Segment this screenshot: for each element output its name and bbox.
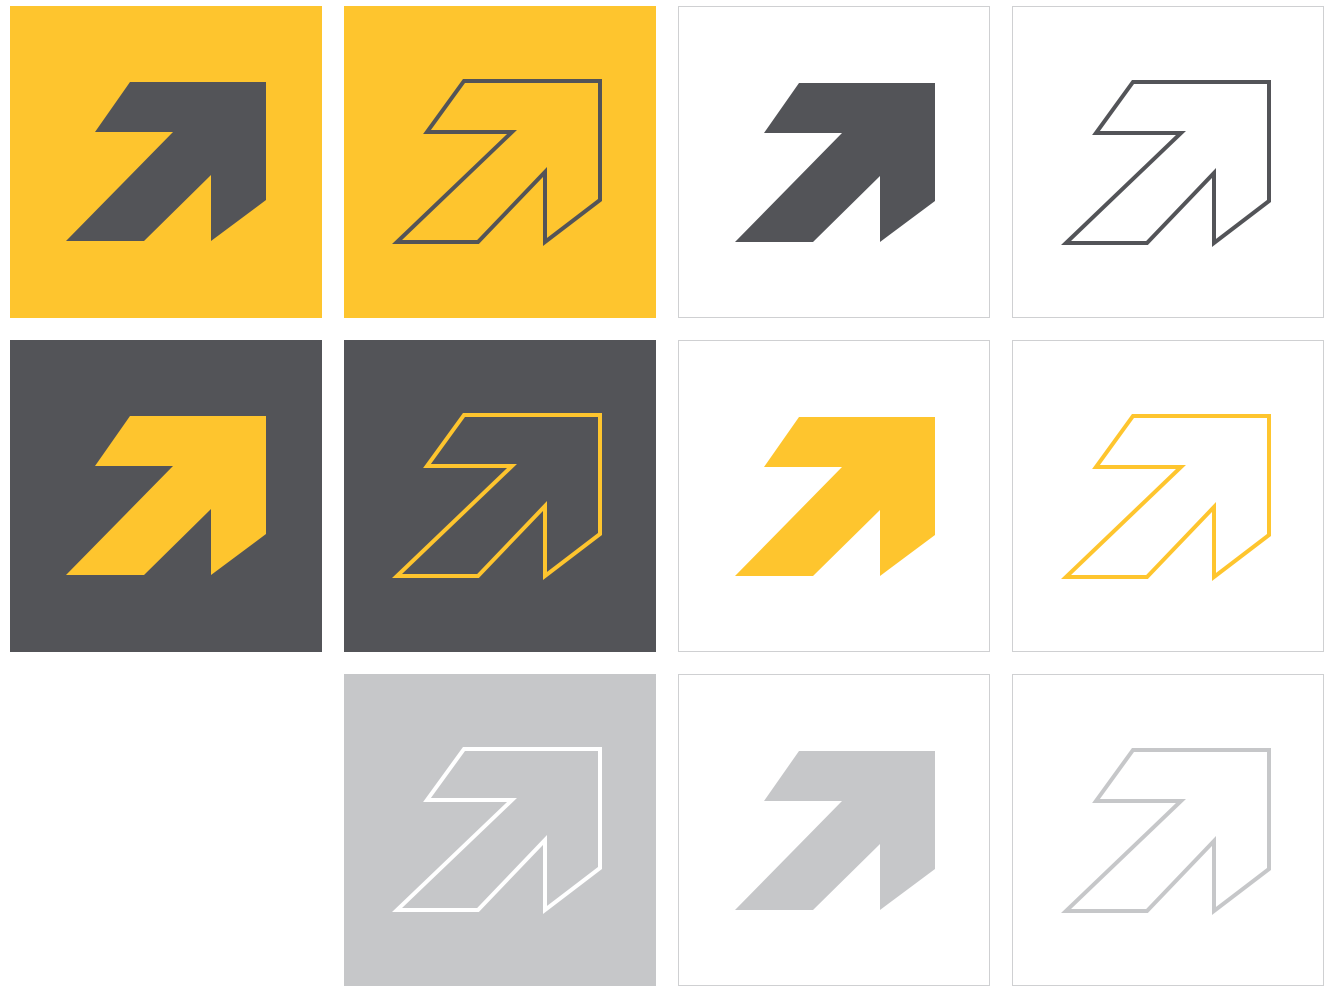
arrow-shape [735,83,935,242]
arrow-tile-yellow-bg-outline-charcoal [344,6,656,318]
arrow-tile-yellow-bg-solid-charcoal [10,6,322,318]
diagonal-arrow-icon [66,82,266,241]
arrow-shape [66,82,266,241]
arrow-tile-white-bg-outline-charcoal [1012,6,1324,318]
arrow-tile-white-bg-outline-yellow [1012,340,1324,652]
arrow-shape [392,413,602,581]
arrow-shape [66,416,266,575]
diagonal-arrow-icon [735,751,935,910]
diagonal-arrow-icon [392,747,602,915]
arrow-tile-white-bg-outline-gray [1012,674,1324,986]
arrow-shape [392,747,602,915]
arrow-shape [1061,748,1271,916]
diagonal-arrow-icon [392,79,602,247]
diagonal-arrow-icon [392,413,602,581]
arrow-tile-gray-bg-outline-white [344,674,656,986]
arrow-shape [1061,80,1271,248]
arrow-tile-charcoal-bg-solid-yellow [10,340,322,652]
arrow-shape [392,79,602,247]
arrow-tile-white-bg-solid-charcoal [678,6,990,318]
diagonal-arrow-icon [1061,414,1271,582]
arrow-tile-white-bg-solid-gray [678,674,990,986]
diagonal-arrow-icon [735,417,935,576]
arrow-shape [735,417,935,576]
arrow-tile-charcoal-bg-outline-yellow [344,340,656,652]
arrow-shape [735,751,935,910]
logo-variant-grid [0,0,1332,986]
diagonal-arrow-icon [1061,748,1271,916]
diagonal-arrow-icon [1061,80,1271,248]
arrow-shape [1061,414,1271,582]
diagonal-arrow-icon [66,416,266,575]
diagonal-arrow-icon [735,83,935,242]
arrow-tile-white-bg-solid-yellow [678,340,990,652]
